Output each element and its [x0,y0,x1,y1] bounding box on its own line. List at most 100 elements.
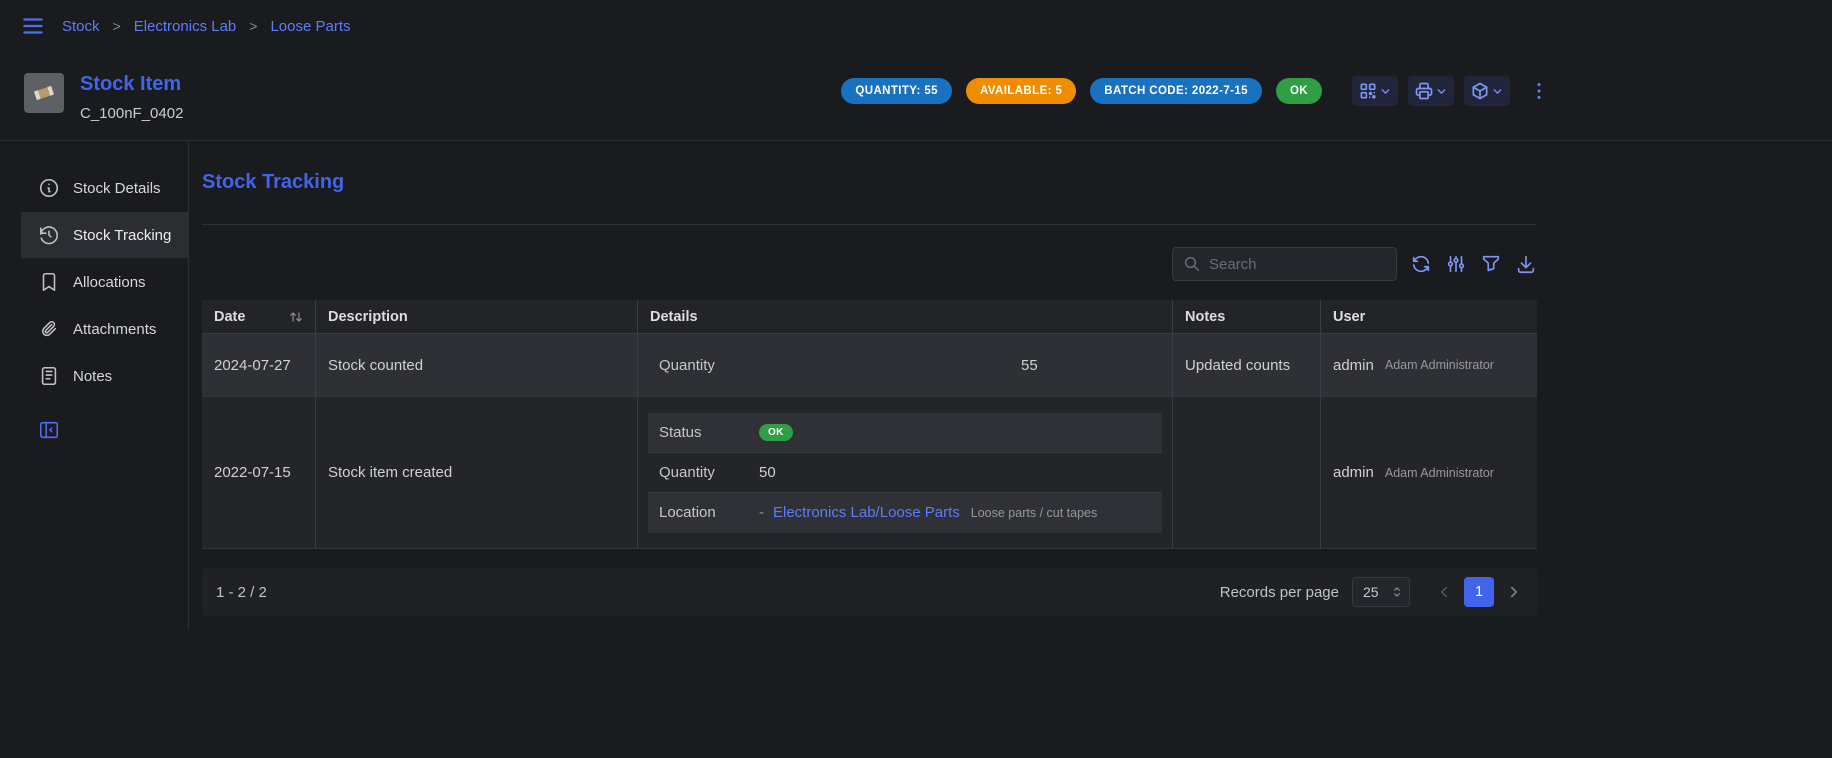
title-block: Stock Item C_100nF_0402 [80,73,183,122]
cell-notes [1172,397,1320,548]
user-fullname: Adam Administrator [1385,358,1494,372]
status-ok-chip: OK [759,424,793,441]
cell-notes: Updated counts [1172,334,1320,396]
records-per-page-select[interactable]: 25 [1352,577,1410,607]
table-row[interactable]: 2022-07-15 Stock item created Status OK … [202,397,1537,549]
divider [202,224,1537,225]
sidebar-item-stock-tracking[interactable]: Stock Tracking [21,212,188,258]
detail-label: Quantity [659,357,759,374]
cell-date: 2022-07-15 [202,397,315,548]
column-header-notes[interactable]: Notes [1172,300,1320,333]
package-icon [1470,81,1490,101]
page-number-button[interactable]: 1 [1464,577,1494,607]
sidebar-item-label: Stock Tracking [73,227,171,244]
cell-details: Quantity 55 [637,334,1172,396]
sidebar-item-label: Attachments [73,321,156,338]
status-ok-badge: OK [1276,78,1322,104]
status-badges: QUANTITY: 55 AVAILABLE: 5 BATCH CODE: 20… [841,78,1322,104]
sidebar-item-allocations[interactable]: Allocations [21,259,188,305]
pagination: 1 [1435,577,1523,607]
header-right: QUANTITY: 55 AVAILABLE: 5 BATCH CODE: 20… [841,76,1550,106]
bookmark-icon [38,271,60,293]
page-header: Stock Item C_100nF_0402 QUANTITY: 55 AVA… [0,52,1550,140]
detail-row-location: Location - Electronics Lab/Loose Parts L… [648,493,1162,533]
user-fullname: Adam Administrator [1385,466,1494,480]
detail-label: Status [659,424,759,441]
next-page-icon[interactable] [1505,583,1523,601]
chevron-down-icon [1379,85,1392,98]
available-badge: AVAILABLE: 5 [966,78,1076,104]
table-toolbar [202,247,1537,281]
page-subtitle: C_100nF_0402 [80,105,183,122]
sidebar-item-attachments[interactable]: Attachments [21,306,188,352]
panel-heading: Stock Tracking [202,171,1537,194]
sidebar-item-label: Stock Details [73,180,161,197]
username: admin [1333,464,1374,481]
breadcrumb-separator: > [113,18,121,34]
info-circle-icon [38,177,60,199]
breadcrumb-electronics-lab[interactable]: Electronics Lab [134,18,237,35]
column-header-description[interactable]: Description [315,300,637,333]
selector-icon [1390,585,1404,599]
chevron-down-icon [1491,85,1504,98]
table-header-row: Date Description Details Notes User [202,300,1537,334]
sidebar-item-label: Notes [73,368,112,385]
detail-value: 55 [1021,357,1038,374]
cell-description: Stock item created [315,397,637,548]
detail-row-quantity: Quantity 50 [648,453,1162,493]
records-per-page-value: 25 [1363,584,1379,600]
notes-icon [38,365,60,387]
stock-actions-button[interactable] [1464,76,1510,106]
table-row[interactable]: 2024-07-27 Stock counted Quantity 55 Upd… [202,334,1537,397]
location-link[interactable]: Electronics Lab/Loose Parts [773,504,960,521]
cell-date: 2024-07-27 [202,334,315,396]
breadcrumb-separator: > [249,18,257,34]
column-header-details[interactable]: Details [637,300,1172,333]
more-options-icon[interactable] [1528,80,1550,102]
batch-code-badge: BATCH CODE: 2022-7-15 [1090,78,1262,104]
print-actions-button[interactable] [1408,76,1454,106]
refresh-icon[interactable] [1410,253,1432,275]
printer-icon [1414,81,1434,101]
detail-value: 50 [759,464,776,481]
adjustments-icon[interactable] [1445,253,1467,275]
stock-tracking-table: Date Description Details Notes User 20 [202,300,1537,549]
sidebar-collapse-icon[interactable] [38,419,60,441]
location-dash: - [759,504,764,521]
filter-icon[interactable] [1480,253,1502,275]
cell-details: Status OK Quantity 50 Location - Electro… [637,397,1172,548]
chevron-down-icon [1435,85,1448,98]
cell-description: Stock counted [315,334,637,396]
cell-user: admin Adam Administrator [1320,397,1537,548]
detail-row-quantity: Quantity 55 [648,345,1162,385]
sidebar: Stock Details Stock Tracking Allocations [0,141,189,629]
cell-user: admin Adam Administrator [1320,334,1537,396]
column-header-user[interactable]: User [1320,300,1537,333]
previous-page-icon[interactable] [1435,583,1453,601]
content: Stock Details Stock Tracking Allocations [0,141,1832,629]
records-per-page-label: Records per page [1220,584,1339,601]
paperclip-icon [38,318,60,340]
download-icon[interactable] [1515,253,1537,275]
part-thumbnail[interactable] [24,73,64,113]
main-panel: Stock Tracking [189,141,1537,629]
search-input[interactable] [1209,256,1386,273]
page-header-wrap: Stock Item C_100nF_0402 QUANTITY: 55 AVA… [0,52,1832,141]
qrcode-icon [1358,81,1378,101]
quantity-badge: QUANTITY: 55 [841,78,952,104]
username: admin [1333,357,1374,374]
column-header-date[interactable]: Date [202,300,315,333]
barcode-actions-button[interactable] [1352,76,1398,106]
breadcrumb-stock[interactable]: Stock [62,18,100,35]
breadcrumb-loose-parts[interactable]: Loose Parts [270,18,350,35]
sidebar-item-notes[interactable]: Notes [21,353,188,399]
topbar: Stock > Electronics Lab > Loose Parts [0,0,1832,52]
breadcrumb: Stock > Electronics Lab > Loose Parts [62,18,351,35]
table-footer: 1 - 2 / 2 Records per page 25 1 [202,568,1537,616]
detail-label: Quantity [659,464,759,481]
sort-icon [289,310,303,324]
sidebar-item-stock-details[interactable]: Stock Details [21,165,188,211]
menu-icon[interactable] [20,13,46,39]
detail-label: Location [659,504,759,521]
detail-row-status: Status OK [648,413,1162,453]
